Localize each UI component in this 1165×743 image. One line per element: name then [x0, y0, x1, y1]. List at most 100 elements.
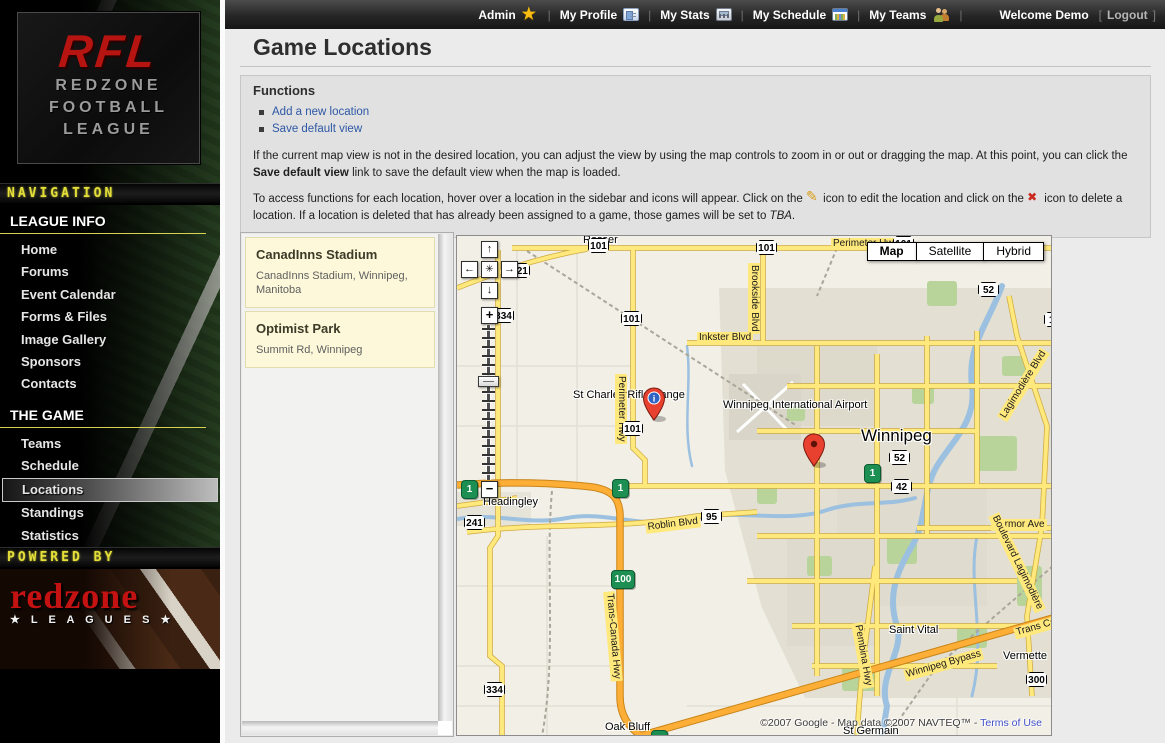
topbar-menu-item[interactable]: My Stats — [660, 8, 731, 22]
topbar-menu-icon — [623, 8, 639, 21]
map-label: Brookside Blvd — [748, 263, 760, 334]
map-type-button[interactable]: Satellite — [916, 242, 985, 261]
welcome-text: Welcome Demo — [1000, 8, 1089, 22]
topbar-menu-label: Admin — [478, 8, 515, 22]
map-label: Vermette — [1003, 650, 1047, 662]
topbar-menu-item[interactable]: Admin — [478, 7, 538, 23]
powered-by-banner: POWERED BY — [0, 547, 220, 569]
instructions-paragraph-2: To access functions for each location, h… — [253, 191, 1138, 225]
functions-title: Functions — [253, 83, 1138, 98]
topbar-menu-item[interactable]: My Schedule — [753, 8, 848, 22]
route-shield-icon: 52 — [978, 282, 999, 297]
sidebar-item[interactable]: Event Calendar — [0, 284, 220, 306]
sidebar-item[interactable]: Locations — [2, 478, 218, 502]
map-label: Winnipeg — [861, 426, 932, 446]
sidebar-section-the-game: THE GAME TeamsScheduleLocationsStandings… — [0, 404, 220, 547]
title-divider — [240, 66, 1151, 67]
pan-center-button[interactable] — [481, 261, 498, 278]
topbar-menu-label: My Schedule — [753, 8, 826, 22]
map-copyright: ©2007 Google - Map data ©2007 NAVTEQ™ - … — [760, 717, 1042, 729]
topbar-menu-label: My Profile — [560, 8, 617, 22]
function-link[interactable]: Add a new location — [272, 104, 369, 121]
sidebar-item[interactable]: Forums — [0, 261, 220, 283]
logout-bracket: ] — [1153, 8, 1156, 22]
map-label: St Charles Rifle Range — [573, 389, 637, 401]
league-logo-acronym: RFL — [15, 27, 201, 75]
main-area: Admin | My Profile | My Stats | — [225, 0, 1165, 743]
topbar-separator: | — [648, 8, 651, 22]
map-label: Inkster Blvd — [697, 332, 753, 344]
map-canvas[interactable]: RosserPerimeter HwyBrookside BlvdInkster… — [456, 235, 1052, 736]
terms-of-use-link[interactable]: Terms of Use — [980, 717, 1042, 729]
map-marker[interactable]: i — [802, 433, 826, 469]
transcanada-shield-icon: 1 — [612, 479, 629, 498]
route-shield-icon: 101 — [622, 421, 643, 436]
transcanada-shield-icon: 100 — [611, 570, 635, 589]
map-type-switcher: MapSatelliteHybrid — [868, 242, 1044, 261]
sidebar-item[interactable]: Schedule — [0, 455, 220, 477]
sidebar-item[interactable]: Forms & Files — [0, 306, 220, 328]
logout-link[interactable]: Logout — [1107, 8, 1148, 22]
route-shield-icon: 52 — [889, 450, 910, 465]
zoom-slider-handle[interactable] — [478, 376, 499, 387]
route-shield-icon: 241 — [464, 515, 485, 530]
bullet-icon — [259, 110, 264, 115]
zoom-out-button[interactable]: − — [481, 481, 498, 498]
the-game-items: TeamsScheduleLocationsStandingsStatistic… — [0, 433, 220, 547]
sidebar: RFL REDZONE FOOTBALL LEAGUE NAVIGATION L… — [0, 0, 220, 743]
navigation-banner: NAVIGATION — [0, 183, 220, 205]
map-label: Oak Bluff — [605, 721, 650, 733]
route-shield-icon: 42 — [891, 479, 912, 494]
topbar-separator: | — [857, 8, 860, 22]
pan-right-button[interactable] — [501, 261, 518, 278]
sidebar-item[interactable]: Teams — [0, 433, 220, 455]
location-card[interactable]: Optimist Park Summit Rd, Winnipeg — [245, 311, 435, 368]
sidebar-item[interactable]: Contacts — [0, 373, 220, 395]
transcanada-shield-icon: 1 — [864, 464, 881, 483]
league-info-items: HomeForumsEvent CalendarForms & FilesIma… — [0, 239, 220, 396]
location-name: Optimist Park — [256, 321, 424, 336]
functions-box: Functions Add a new location Save defaul… — [240, 75, 1151, 238]
pan-left-button[interactable] — [461, 261, 478, 278]
league-logo-line: FOOTBALL — [18, 97, 199, 119]
pan-down-button[interactable] — [481, 282, 498, 299]
location-card[interactable]: CanadInns Stadium CanadInns Stadium, Win… — [245, 237, 435, 308]
function-link[interactable]: Save default view — [272, 121, 362, 138]
topbar-menu: Admin | My Profile | My Stats | — [478, 7, 971, 23]
zoom-in-button[interactable]: + — [481, 307, 498, 324]
topbar-menu-icon — [932, 7, 950, 22]
pan-up-button[interactable] — [481, 241, 498, 258]
map-type-button[interactable]: Hybrid — [983, 242, 1044, 261]
map-marker[interactable]: i — [642, 387, 666, 423]
instructions-paragraph-1: If the current map view is not in the de… — [253, 148, 1138, 182]
sidebar-item[interactable]: Statistics — [0, 525, 220, 547]
scrollbar-corner — [438, 721, 452, 735]
redzone-logo-name: redzone — [10, 579, 220, 613]
topbar-menu-label: My Stats — [660, 8, 709, 22]
topbar-separator: | — [959, 8, 962, 22]
route-shield-icon: 101 — [588, 238, 609, 253]
route-shield-icon: 300 — [1026, 672, 1047, 687]
league-logo-line: REDZONE — [18, 75, 199, 97]
horizontal-scrollbar[interactable] — [242, 721, 438, 735]
topbar-menu-icon — [716, 8, 732, 21]
topbar-menu-item[interactable]: My Profile — [560, 8, 639, 22]
sidebar-item[interactable]: Image Gallery — [0, 329, 220, 351]
topbar-menu-icon — [832, 8, 848, 21]
transcanada-shield-icon: 1 — [651, 730, 668, 736]
sidebar-item[interactable]: Sponsors — [0, 351, 220, 373]
location-address: Summit Rd, Winnipeg — [256, 343, 424, 357]
redzone-leagues-logo: redzone ★ L E A G U E S ★ — [0, 569, 220, 669]
sidebar-item[interactable]: Standings — [0, 502, 220, 524]
locations-list: CanadInns Stadium CanadInns Stadium, Win… — [242, 234, 438, 721]
section-title: THE GAME — [0, 404, 206, 428]
functions-link-row: Add a new location — [253, 104, 1138, 121]
location-name: CanadInns Stadium — [256, 247, 424, 262]
transcanada-shield-icon: 1 — [461, 480, 478, 499]
sidebar-item[interactable]: Home — [0, 239, 220, 261]
league-logo: RFL REDZONE FOOTBALL LEAGUE — [17, 12, 200, 164]
map-type-button[interactable]: Map — [867, 242, 917, 261]
topbar-menu-item[interactable]: My Teams — [869, 7, 950, 22]
functions-link-row: Save default view — [253, 121, 1138, 138]
vertical-scrollbar[interactable] — [438, 234, 452, 721]
